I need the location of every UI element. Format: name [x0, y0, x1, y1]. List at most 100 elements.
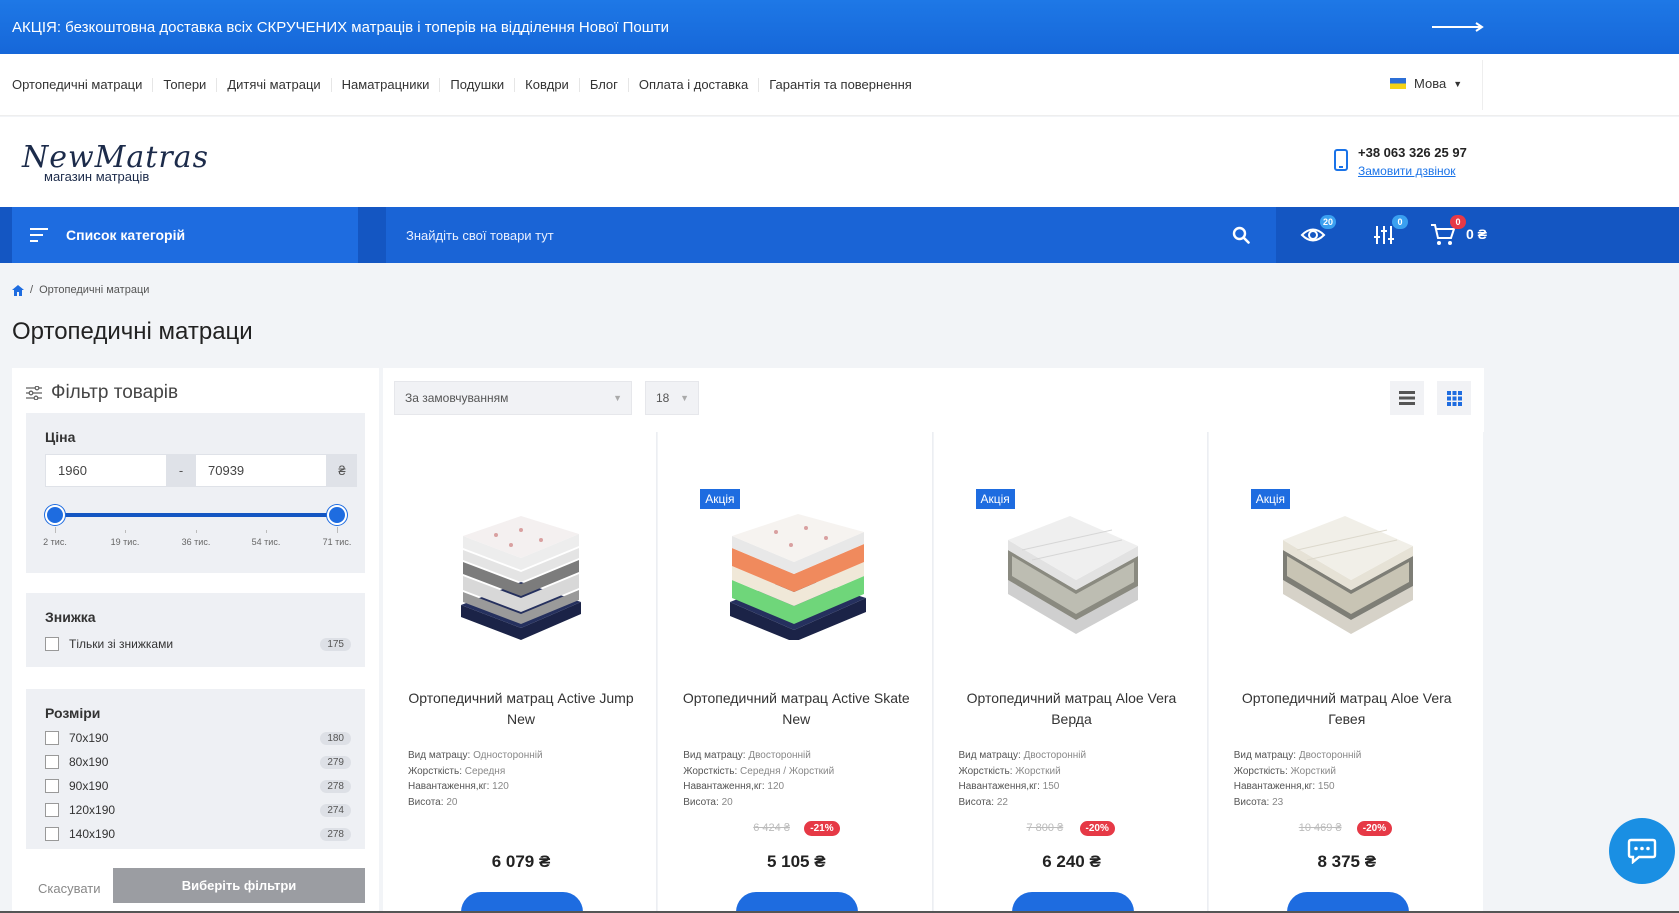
cart-total[interactable]: 0 ₴ — [1466, 226, 1487, 242]
product-image[interactable] — [1267, 510, 1427, 640]
language-label: Мова — [1414, 76, 1447, 91]
product-name[interactable]: Ортопедичний матрац Aloe Vera Гевея — [1229, 688, 1465, 730]
checkbox[interactable] — [45, 755, 59, 769]
sale-badge: Акція — [975, 489, 1015, 509]
spec-label: Жорсткість: — [1233, 765, 1288, 777]
grid-view-button[interactable] — [1437, 381, 1471, 415]
checkbox[interactable] — [45, 779, 59, 793]
buy-button[interactable] — [1011, 892, 1134, 913]
price-min-input[interactable]: 1960 — [45, 454, 167, 487]
cancel-filters-button[interactable]: Скасувати — [38, 881, 101, 896]
spec-label: Навантаження,кг: — [958, 781, 1040, 792]
sort-select[interactable]: За замовчуванням ▼ — [394, 381, 632, 415]
option-count: 278 — [320, 779, 351, 793]
size-option-label: 120x190 — [69, 803, 116, 817]
slider-tick-label: 2 тис. — [43, 537, 67, 547]
spec-label: Вид матрацу: — [958, 750, 1021, 761]
buy-button[interactable] — [736, 892, 859, 913]
size-option[interactable]: 140x190 278 — [45, 827, 351, 841]
spec-label: Навантаження,кг: — [408, 781, 490, 792]
nav-link-delivery[interactable]: Оплата і доставка — [629, 78, 760, 92]
slider-tick — [125, 530, 126, 533]
spec-label: Жорсткість: — [958, 765, 1013, 777]
buy-button[interactable] — [461, 892, 583, 913]
product-card[interactable]: Ортопедичний матрац Active Jump New Вид … — [383, 432, 658, 913]
list-view-button[interactable] — [1390, 381, 1424, 415]
spec-label: Вид матрацу: — [1233, 750, 1297, 761]
home-icon[interactable] — [12, 284, 24, 296]
product-image[interactable] — [992, 510, 1152, 640]
product-name[interactable]: Ортопедичний матрац Active Jump New — [403, 688, 639, 730]
cart-button[interactable]: 0 — [1430, 215, 1466, 251]
spec-value: 120 — [767, 781, 785, 792]
size-option[interactable]: 120x190 274 — [45, 803, 351, 817]
discount-option[interactable]: Тільки зі знижками 175 — [45, 637, 351, 651]
slider-tick — [337, 527, 338, 533]
language-selector[interactable]: Мова ▼ — [1390, 76, 1462, 91]
price-slider-max-handle[interactable] — [327, 505, 347, 525]
price-slider-min-handle[interactable] — [45, 505, 65, 525]
callback-link[interactable]: Замовити дзвінок — [1358, 164, 1467, 178]
product-card[interactable]: Акція Ортопедичний матрац Aloe Vera Геве… — [1208, 432, 1483, 913]
promo-banner[interactable]: АКЦІЯ: безкоштовна доставка всіх СКРУЧЕН… — [0, 0, 1679, 54]
product-price: 5 105 ₴ — [766, 852, 826, 871]
nav-link-orthopedic[interactable]: Ортопедичні матраци — [12, 78, 154, 92]
product-name[interactable]: Ортопедичний матрац Active Skate New — [678, 688, 914, 730]
size-option[interactable]: 70x190 180 — [45, 731, 351, 745]
checkbox[interactable] — [45, 827, 59, 841]
checkbox[interactable] — [45, 731, 59, 745]
spec-label: Вид матрацу: — [683, 750, 746, 761]
discount-badge: -20% — [1356, 821, 1393, 836]
product-card[interactable]: Акція Ортопедичний матрац Active Skate N… — [658, 432, 933, 913]
phone-number[interactable]: +38 063 326 25 97 — [1358, 145, 1467, 160]
product-name[interactable]: Ортопедичний матрац Aloe Vera Верда — [954, 688, 1190, 730]
nav-link-toppers[interactable]: Топери — [153, 78, 218, 92]
slider-tick-label: 71 тис. — [322, 537, 352, 547]
search-icon[interactable] — [1232, 226, 1250, 244]
nav-link-blankets[interactable]: Ковдри — [515, 78, 580, 92]
size-option[interactable]: 80x190 279 — [45, 755, 351, 769]
logo[interactable]: NewMatras магазин матраців — [22, 143, 209, 185]
viewed-products-button[interactable]: 20 — [1300, 215, 1336, 251]
nav-link-covers[interactable]: Наматрацники — [332, 78, 441, 92]
grid-view-icon — [1446, 390, 1462, 406]
per-page-select[interactable]: 18 ▼ — [645, 381, 699, 415]
nav-link-warranty[interactable]: Гарантія та повернення — [759, 78, 922, 92]
top-nav-links: Ортопедичні матраци Топери Дитячі матрац… — [12, 54, 922, 116]
price-slider-track[interactable] — [55, 513, 337, 517]
divider — [1482, 60, 1483, 110]
contact-block: +38 063 326 25 97 Замовити дзвінок — [1334, 145, 1467, 178]
nav-link-kids[interactable]: Дитячі матраци — [217, 78, 332, 92]
buy-button[interactable] — [1286, 892, 1409, 913]
spec-label: Жорсткість: — [683, 765, 738, 777]
compare-count-badge: 0 — [1392, 215, 1408, 229]
search-input[interactable] — [406, 227, 1186, 243]
nav-link-pillows[interactable]: Подушки — [440, 78, 516, 92]
product-image[interactable] — [716, 510, 876, 640]
product-grid: Ортопедичний матрац Active Jump New Вид … — [383, 432, 1484, 913]
spec-label: Навантаження,кг: — [683, 781, 765, 792]
price-max-input[interactable]: 70939 — [195, 454, 327, 487]
spec-value: Жорсткий — [1015, 765, 1061, 777]
spec-label: Висота: — [683, 796, 719, 808]
product-card[interactable]: Акція Ортопедичний матрац Aloe Vera Верд… — [933, 432, 1208, 913]
compare-button[interactable]: 0 — [1372, 215, 1408, 251]
chat-widget-button[interactable] — [1609, 818, 1675, 884]
apply-filters-button[interactable]: Виберіть фільтри — [113, 868, 365, 903]
sort-value: За замовчуванням — [405, 391, 509, 405]
arrow-right-icon[interactable] — [1432, 22, 1484, 32]
slider-tick — [196, 530, 197, 533]
product-price: 8 375 ₴ — [1317, 852, 1377, 871]
sale-badge: Акція — [700, 489, 740, 509]
nav-link-blog[interactable]: Блог — [580, 78, 629, 92]
product-image[interactable] — [441, 510, 601, 640]
checkbox[interactable] — [45, 803, 59, 817]
ukraine-flag-icon — [1390, 78, 1406, 89]
site-header: NewMatras магазин матраців +38 063 326 2… — [0, 117, 1679, 207]
spec-value: Односторонній — [473, 750, 543, 761]
checkbox[interactable] — [45, 637, 59, 651]
categories-button[interactable]: Список категорій — [12, 207, 358, 263]
size-option[interactable]: 90x190 278 — [45, 779, 351, 793]
spec-label: Висота: — [1233, 796, 1270, 808]
option-count: 279 — [320, 755, 351, 769]
